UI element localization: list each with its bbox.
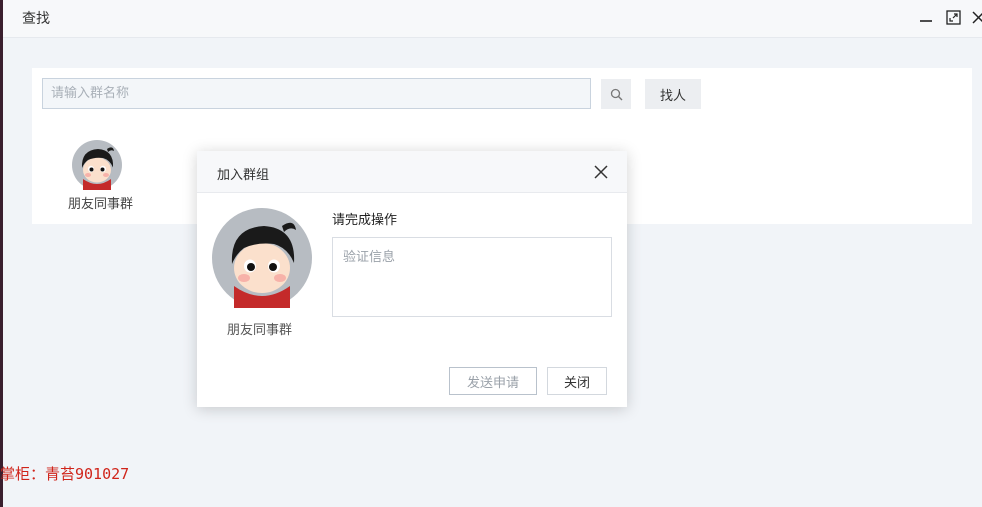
window-close-button[interactable] xyxy=(969,8,982,26)
close-icon[interactable] xyxy=(594,165,608,179)
minimize-icon xyxy=(920,20,932,22)
minimize-button[interactable] xyxy=(917,8,935,26)
group-result-item[interactable]: 朋友同事群 xyxy=(68,140,148,212)
avatar-icon xyxy=(212,208,312,308)
watermark-text: 掌柜：青苔901027 xyxy=(0,465,130,483)
search-button[interactable] xyxy=(601,79,631,109)
group-search-input[interactable] xyxy=(42,78,591,109)
join-group-dialog: 加入群组 朋友同事群 请完成操作 发送申请 关闭 xyxy=(197,151,627,407)
find-people-button[interactable]: 找人 xyxy=(645,79,701,109)
avatar-icon xyxy=(72,140,122,190)
desktop-edge xyxy=(0,0,3,507)
group-result-name: 朋友同事群 xyxy=(68,197,134,212)
verification-message-field[interactable] xyxy=(332,237,612,317)
dialog-group-name: 朋友同事群 xyxy=(227,323,293,338)
dialog-close-button[interactable]: 关闭 xyxy=(547,367,607,395)
maximize-icon xyxy=(945,9,961,25)
close-icon xyxy=(971,10,982,24)
search-icon xyxy=(610,88,622,100)
dialog-prompt: 请完成操作 xyxy=(332,213,398,228)
dialog-title: 加入群组 xyxy=(217,168,270,183)
window-title: 查找 xyxy=(22,11,50,27)
send-request-button[interactable]: 发送申请 xyxy=(449,367,537,395)
title-bar: 查找 xyxy=(3,0,982,38)
maximize-button[interactable] xyxy=(944,8,962,26)
dialog-header: 加入群组 xyxy=(197,151,627,193)
